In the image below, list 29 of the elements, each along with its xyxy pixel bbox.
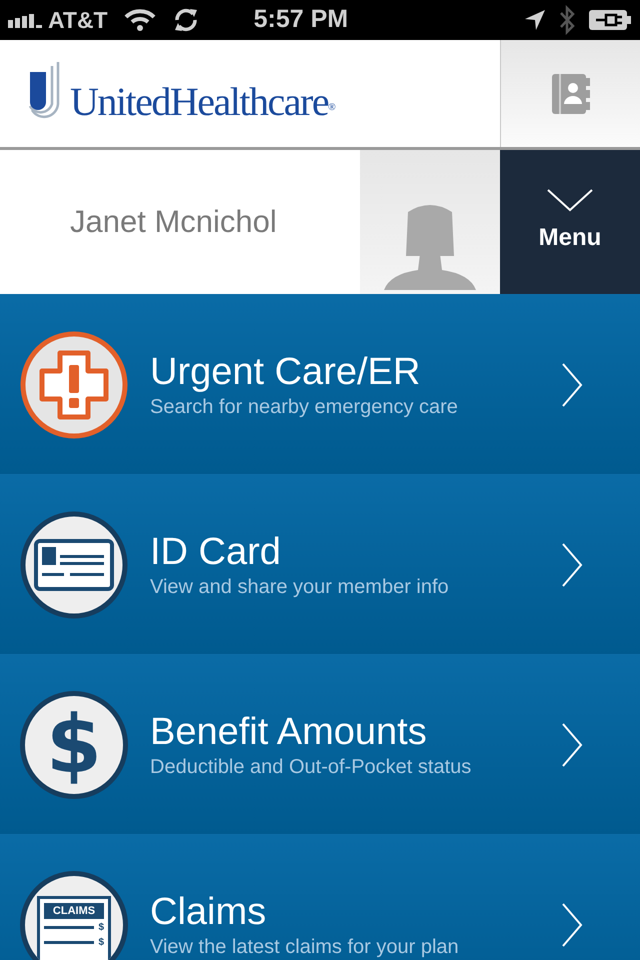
id-card-icon [20, 510, 128, 618]
bluetooth-icon [558, 5, 576, 35]
contacts-button[interactable] [500, 40, 640, 147]
item-title: Urgent Care/ER [150, 350, 422, 394]
location-arrow-icon [524, 9, 546, 31]
chevron-right-icon [560, 362, 584, 408]
item-title: ID Card [150, 530, 282, 574]
item-subtitle: View and share your member info [150, 574, 450, 600]
chevron-down-icon [546, 188, 594, 214]
item-subtitle: View the latest claims for your plan [150, 934, 460, 960]
menu-list-item[interactable]: CLAIMS $ $ Claims View the latest claims for your plan [0, 834, 640, 960]
item-title: Claims [150, 890, 268, 934]
chevron-right-icon [560, 722, 584, 768]
dollar-sign: $ [46, 704, 102, 784]
carrier-text: AT&T [48, 6, 108, 35]
address-book-icon [550, 72, 592, 116]
wifi-icon [124, 8, 156, 32]
item-subtitle: Deductible and Out-of-Pocket status [150, 754, 472, 780]
signal-icon [8, 12, 44, 28]
item-title: Benefit Amounts [150, 710, 428, 754]
time-text: 5:57 PM [254, 4, 348, 36]
menu-button[interactable]: Menu [500, 150, 640, 294]
claims-form-icon: CLAIMS $ $ [20, 870, 128, 960]
medical-cross-icon [20, 330, 128, 438]
user-name: Janet Mcnichol [70, 202, 277, 241]
chevron-right-icon [560, 542, 584, 588]
chevron-right-icon [560, 902, 584, 948]
battery-charging-icon [588, 9, 632, 31]
item-subtitle: Search for nearby emergency care [150, 394, 459, 420]
